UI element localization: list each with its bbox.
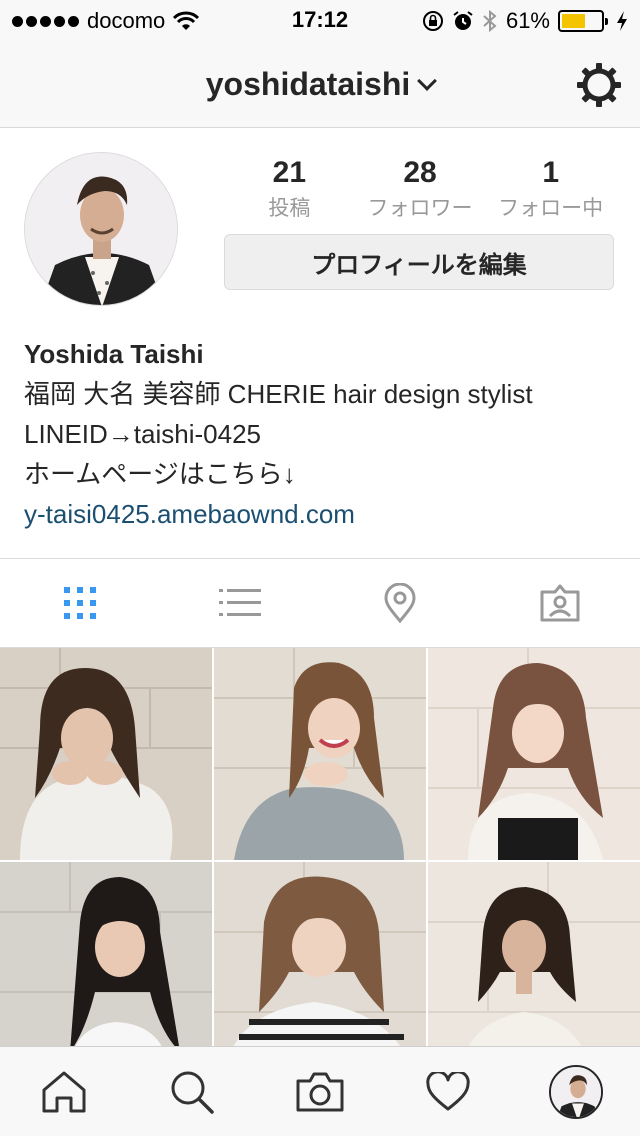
bio-line-3: ホームページはこちら↓: [24, 459, 296, 489]
search-icon: [171, 1071, 214, 1114]
following-stat[interactable]: 1 フォロー中: [485, 156, 616, 222]
gear-icon[interactable]: [576, 62, 622, 108]
following-count: 1: [542, 156, 560, 189]
photo-tile[interactable]: [214, 648, 426, 860]
bluetooth-icon: [483, 9, 497, 33]
website-link[interactable]: y-taisi0425.amebaownd.com: [24, 494, 624, 534]
tab-camera[interactable]: [256, 1047, 384, 1136]
profile-photo: [25, 153, 177, 305]
battery-level: [562, 14, 586, 28]
profile-avatar-large[interactable]: [24, 152, 178, 306]
top-bar: docomo 17:12 61% yoshidataishi: [0, 0, 640, 128]
tagged-photos-icon: [540, 584, 580, 622]
list-icon: [219, 589, 261, 616]
photo-tile[interactable]: [0, 862, 212, 1074]
profile-view-tabs: [0, 558, 640, 648]
bio-line-1: 福岡 大名 美容師 CHERIE hair design stylist: [24, 379, 533, 409]
camera-icon: [296, 1072, 344, 1111]
bottom-tab-bar: [0, 1046, 640, 1136]
photo-tile[interactable]: [428, 648, 640, 860]
grid-icon: [64, 587, 96, 619]
home-icon: [42, 1071, 86, 1112]
tab-grid[interactable]: [0, 559, 160, 647]
tab-activity[interactable]: [384, 1047, 512, 1136]
photo-tile[interactable]: [428, 862, 640, 1074]
battery-percent: 61%: [505, 8, 550, 33]
tab-list[interactable]: [160, 559, 320, 647]
photo-tile[interactable]: [214, 862, 426, 1074]
charging-icon: [617, 11, 627, 31]
followers-stat[interactable]: 28 フォロワー: [355, 156, 486, 222]
alarm-icon: [453, 11, 473, 30]
followers-count: 28: [403, 156, 437, 189]
status-bar: docomo 17:12 61%: [0, 0, 640, 40]
username-title: yoshidataishi: [205, 66, 411, 102]
photo-6: [428, 862, 640, 1074]
chevron-down-icon: [417, 71, 438, 91]
edit-profile-button[interactable]: プロフィールを編集: [224, 234, 614, 290]
status-right: 61%: [422, 8, 628, 34]
profile-avatar: [549, 1064, 603, 1119]
battery-icon: [558, 10, 608, 32]
followers-label: フォロワー: [367, 197, 473, 220]
photo-grid: [0, 648, 640, 1074]
location-pin-icon: [384, 583, 416, 623]
orientation-lock-icon: [422, 11, 443, 31]
profile-header: yoshidataishi: [0, 40, 640, 128]
posts-label: 投稿: [268, 197, 311, 220]
photo-3: [428, 648, 640, 860]
posts-count: 21: [272, 156, 307, 189]
following-label: フォロー中: [498, 197, 604, 220]
photo-1: [0, 648, 212, 860]
photo-5: [214, 862, 426, 1074]
tab-home[interactable]: [0, 1047, 128, 1136]
photo-2: [214, 648, 426, 860]
heart-icon: [426, 1071, 470, 1110]
profile-full-name: Yoshida Taishi: [24, 339, 204, 369]
profile-stats: 21 投稿 28 フォロワー 1 フォロー中: [224, 156, 616, 222]
tab-profile[interactable]: [512, 1047, 640, 1136]
profile-bio: Yoshida Taishi 福岡 大名 美容師 CHERIE hair des…: [24, 334, 624, 534]
photo-tile[interactable]: [0, 648, 212, 860]
account-switcher[interactable]: yoshidataishi: [0, 66, 640, 103]
bio-line-2: LINEID→taishi-0425: [24, 419, 261, 449]
photo-4: [0, 862, 212, 1074]
tab-location[interactable]: [320, 559, 480, 647]
tab-search[interactable]: [128, 1047, 256, 1136]
posts-stat[interactable]: 21 投稿: [224, 156, 355, 222]
tab-tagged[interactable]: [480, 559, 640, 647]
